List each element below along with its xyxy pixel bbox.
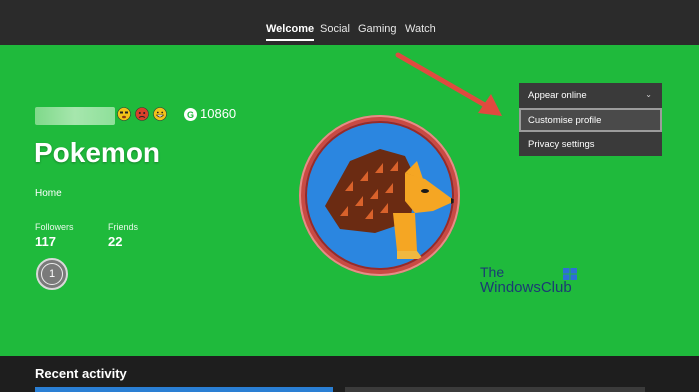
watermark-line1: The — [480, 264, 505, 280]
tab-social[interactable]: Social — [320, 23, 350, 39]
profile-options-menu: Appear online ⌄ Customise profile Privac… — [519, 83, 662, 156]
privacy-settings-label: Privacy settings — [528, 138, 595, 150]
gamertag: Pokemon — [34, 137, 161, 168]
activity-card[interactable] — [35, 387, 333, 392]
watermark: The WindowsClub — [480, 264, 572, 296]
arrow-annotation-icon — [395, 52, 502, 116]
followers-label[interactable]: Followers — [35, 222, 74, 232]
blurred-real-name — [35, 107, 115, 125]
gamerpic-avatar[interactable] — [299, 115, 460, 276]
friends-count[interactable]: 22 — [108, 234, 122, 249]
appear-online-dropdown[interactable]: Appear online ⌄ — [519, 83, 662, 108]
reputation-badge: 1 — [36, 258, 68, 290]
reputation-level: 1 — [41, 263, 63, 285]
customise-profile-label: Customise profile — [528, 114, 602, 126]
tab-gaming[interactable]: Gaming — [358, 23, 397, 39]
appear-online-label: Appear online — [528, 90, 587, 101]
tab-welcome[interactable]: Welcome — [266, 23, 315, 41]
recent-activity-heading: Recent activity — [35, 366, 127, 381]
followers-count[interactable]: 117 — [35, 234, 56, 249]
windows-logo-icon — [563, 268, 577, 280]
nav-tabs: Welcome Social Gaming Watch — [0, 0, 699, 45]
activity-card[interactable] — [345, 387, 645, 392]
tab-watch[interactable]: Watch — [405, 23, 436, 39]
friends-label[interactable]: Friends — [108, 222, 138, 232]
location-label: Home — [35, 188, 62, 199]
angry-face-icon — [135, 107, 149, 121]
gamerscore-value: 10860 — [200, 106, 237, 121]
customise-profile-button[interactable]: Customise profile — [519, 108, 662, 132]
privacy-settings-button[interactable]: Privacy settings — [519, 132, 662, 156]
watermark-line2: WindowsClub — [480, 279, 572, 296]
grinning-face-icon — [153, 107, 167, 121]
hedgehog-icon — [305, 121, 454, 270]
top-nav-bar: Welcome Social Gaming Watch — [0, 0, 699, 45]
gamerscore-icon: G — [184, 108, 197, 121]
chevron-down-icon: ⌄ — [645, 90, 652, 99]
face-icon — [117, 107, 131, 121]
